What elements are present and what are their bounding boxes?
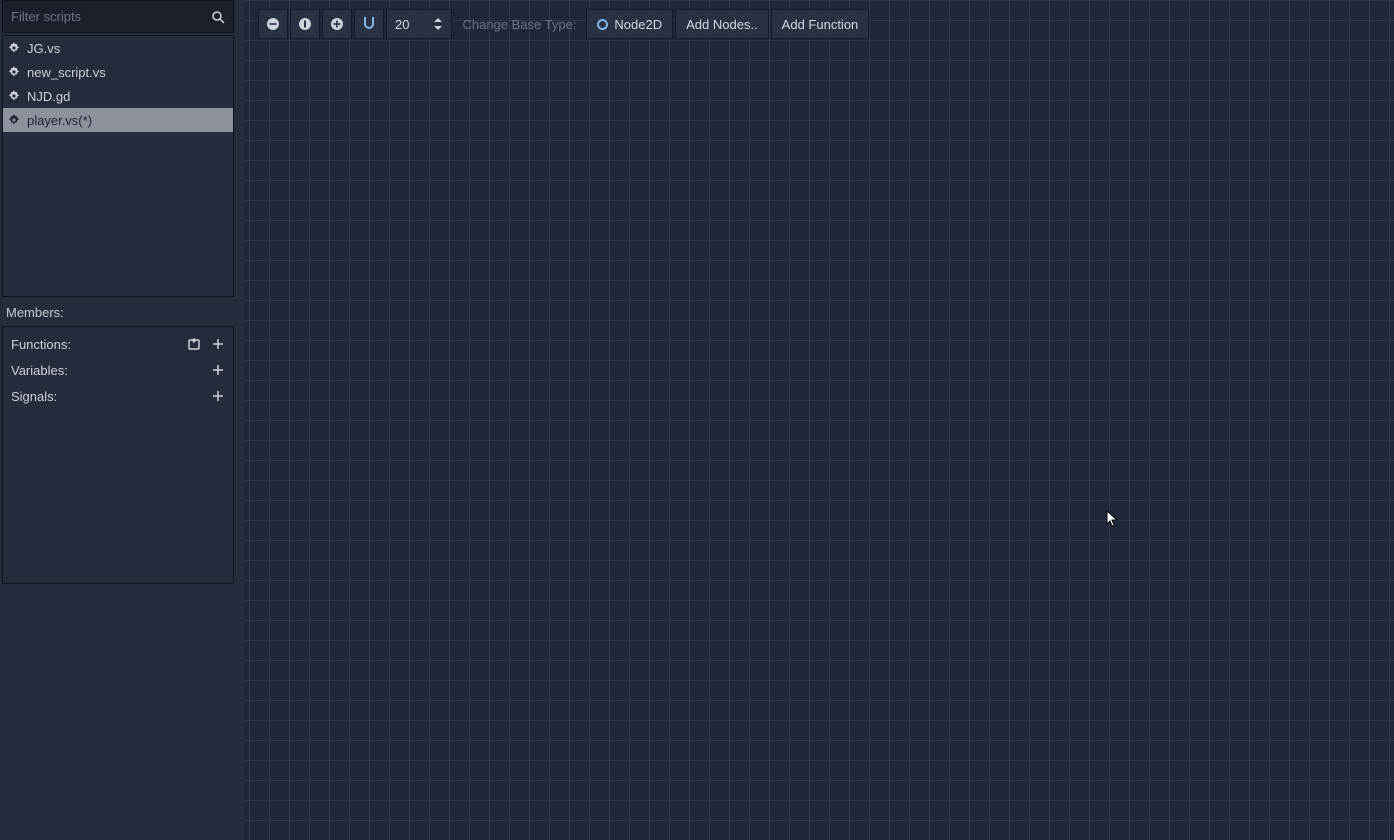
add-nodes-button[interactable]: Add Nodes.. bbox=[675, 9, 769, 39]
base-type-value: Node2D bbox=[614, 17, 662, 32]
signals-section: Signals: bbox=[3, 383, 233, 409]
script-name: NJD.gd bbox=[27, 89, 70, 104]
add-nodes-label: Add Nodes.. bbox=[686, 17, 758, 32]
script-name: JG.vs bbox=[27, 41, 60, 56]
add-function-button[interactable] bbox=[211, 337, 225, 351]
change-base-type-label: Change Base Type: bbox=[454, 9, 584, 39]
override-function-button[interactable] bbox=[187, 337, 201, 351]
zoom-in-button[interactable] bbox=[322, 9, 352, 39]
script-item[interactable]: NJD.gd bbox=[3, 84, 233, 108]
zoom-out-button[interactable] bbox=[258, 9, 288, 39]
signals-label: Signals: bbox=[11, 389, 57, 404]
base-type-button[interactable]: Node2D bbox=[586, 9, 673, 39]
add-signal-button[interactable] bbox=[211, 389, 225, 403]
variables-section: Variables: bbox=[3, 357, 233, 383]
variables-label: Variables: bbox=[11, 363, 68, 378]
members-panel: Functions: Variables: Signals: bbox=[2, 326, 234, 584]
members-label: Members: bbox=[0, 297, 236, 326]
add-function-toolbar-button[interactable]: Add Function bbox=[771, 9, 870, 39]
filter-scripts-input[interactable] bbox=[11, 9, 211, 24]
zoom-reset-button[interactable] bbox=[290, 9, 320, 39]
filter-scripts-row bbox=[2, 0, 234, 33]
snap-step-value: 20 bbox=[395, 17, 409, 32]
updown-icon bbox=[433, 17, 443, 31]
script-icon bbox=[7, 65, 21, 79]
script-icon bbox=[7, 89, 21, 103]
script-item[interactable]: new_script.vs bbox=[3, 60, 233, 84]
snap-step-spinbox[interactable]: 20 bbox=[386, 9, 452, 39]
functions-section: Functions: bbox=[3, 331, 233, 357]
script-item[interactable]: JG.vs bbox=[3, 36, 233, 60]
functions-label: Functions: bbox=[11, 337, 71, 352]
script-icon bbox=[7, 113, 21, 127]
add-variable-button[interactable] bbox=[211, 363, 225, 377]
script-list: JG.vs new_script.vs NJD.gd player.vs(*) bbox=[2, 35, 234, 297]
sidebar: JG.vs new_script.vs NJD.gd player.vs(*) … bbox=[0, 0, 236, 840]
script-name: player.vs(*) bbox=[27, 113, 92, 128]
add-function-label: Add Function bbox=[782, 17, 859, 32]
graph-toolbar: 20 Change Base Type: Node2D Add Nodes.. … bbox=[258, 8, 869, 40]
script-name: new_script.vs bbox=[27, 65, 106, 80]
node2d-icon bbox=[597, 19, 608, 30]
search-icon[interactable] bbox=[211, 10, 225, 24]
cursor-icon bbox=[1106, 510, 1120, 528]
script-item[interactable]: player.vs(*) bbox=[3, 108, 233, 132]
script-icon bbox=[7, 41, 21, 55]
graph-canvas[interactable]: 20 Change Base Type: Node2D Add Nodes.. … bbox=[244, 0, 1394, 840]
snap-toggle-button[interactable] bbox=[354, 9, 384, 39]
